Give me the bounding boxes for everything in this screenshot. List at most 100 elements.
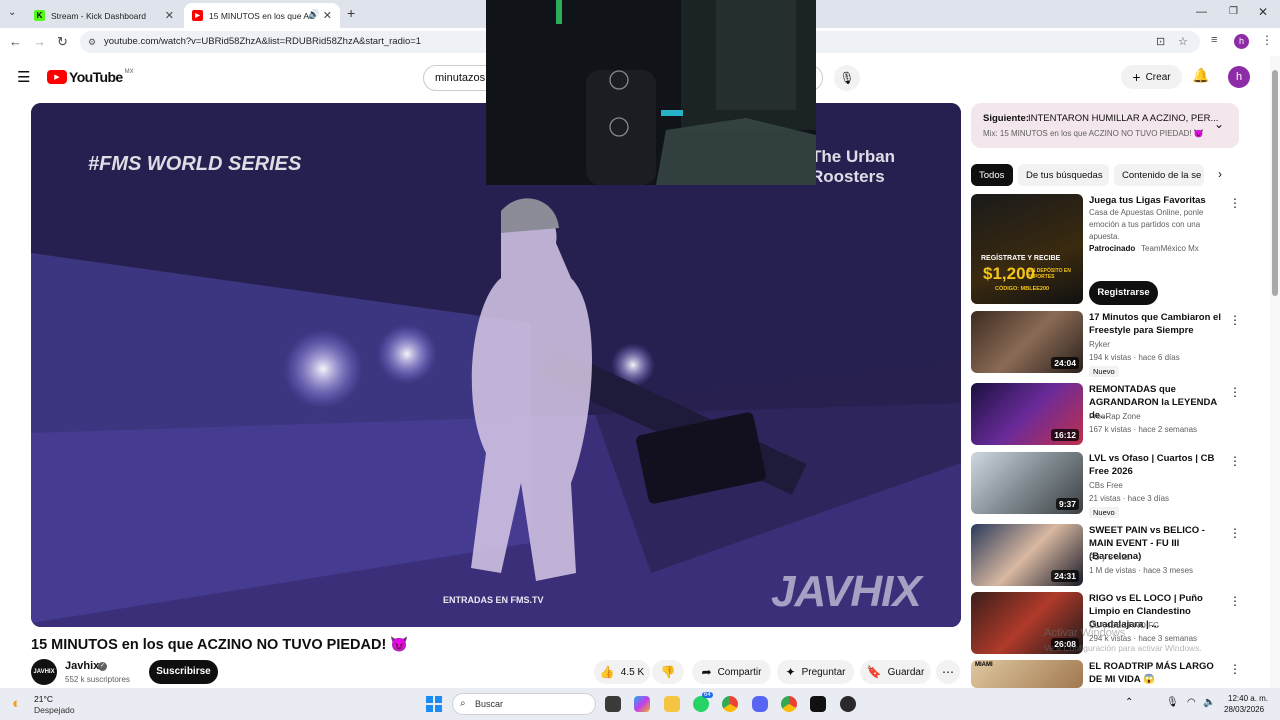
channel-name[interactable]: Javhix [65,660,99,672]
weather-sun-icon[interactable]: ◐ [12,695,21,712]
tab-youtube-video[interactable]: ▶ 15 MINUTOS en los que AC 🔊 ✕ [184,3,340,28]
chrome-icon[interactable] [722,696,738,712]
channel-name: FU y 3 más [1089,553,1130,562]
share-arrow-icon: ➦ [701,665,712,679]
minimize-icon[interactable]: — [1196,6,1207,18]
chip-contenido[interactable]: Contenido de la se [1114,164,1204,186]
urban-roosters-watermark: The Urban Roosters [811,147,896,186]
volume-icon[interactable]: 🔈 [1203,697,1215,708]
hamburger-menu-icon[interactable]: ☰ [17,68,30,86]
forward-icon[interactable]: → [33,34,46,49]
more-vertical-icon[interactable]: ⋮ [1229,196,1241,210]
activation-watermark-text: Ve a Configuración para activar Windows. [1044,643,1202,653]
channel-watermark: JAVHIX [771,567,922,616]
clock-date[interactable]: 28/03/2026 [1224,705,1264,714]
tiktok-icon[interactable] [810,696,826,712]
mix-label: Mix: 15 MINUTOS en los que ACZINO NO TUV… [983,129,1204,138]
task-view-icon[interactable] [605,696,621,712]
like-button[interactable]: 👍 4.5 K [594,660,650,684]
new-badge: Nuevo [1089,366,1119,377]
notifications-bell-icon[interactable]: 🔔 [1192,67,1209,84]
browser-menu-icon[interactable]: ⋮ [1261,33,1273,47]
dislike-button[interactable]: 👎 [652,660,684,684]
install-app-icon[interactable]: ⊡ [1156,31,1165,53]
media-control-icon[interactable]: ≡ [1211,34,1217,46]
video-title: 17 Minutos que Cambiaron el Freestyle pa… [1089,312,1221,336]
tab-kick-dashboard[interactable]: K Stream - Kick Dashboard ✕ [26,3,182,28]
video-thumbnail: MIAMI [971,660,1083,688]
chip-de-tus-busquedas[interactable]: De tus búsquedas [1018,164,1109,186]
file-explorer-icon[interactable] [664,696,680,712]
camera-frame [486,0,816,185]
site-info-icon[interactable]: ⚙ [88,31,96,53]
tray-chevron-icon[interactable]: ⌃ [1125,697,1133,708]
more-actions-button[interactable]: ⋯ [936,660,960,684]
voice-search-icon[interactable]: 🎙 [834,65,860,91]
ad-thumb-line1: REGÍSTRATE Y RECIBE [981,255,1061,262]
more-vertical-icon[interactable]: ⋮ [1229,526,1241,540]
channel-avatar[interactable]: JAVHIX [31,659,57,685]
maximize-icon[interactable]: ❐ [1229,6,1238,17]
ad-register-button[interactable]: Registrarse [1089,281,1158,305]
create-button[interactable]: + Crear [1121,65,1182,89]
tab-search-icon[interactable]: ⌄ [8,7,16,18]
copilot-icon[interactable] [634,696,650,712]
chip-todos[interactable]: Todos [971,164,1013,186]
bookmark-star-icon[interactable]: ☆ [1178,31,1188,53]
taskbar-search-placeholder: Buscar [475,699,504,709]
recommended-video[interactable]: 24:04 17 Minutos que Cambiaron el Freest… [971,311,1241,377]
microphone-tray-icon[interactable]: 🎙 [1166,697,1179,708]
audio-playing-icon[interactable]: 🔊 [308,9,319,20]
scrollbar-thumb[interactable] [1272,70,1278,296]
more-vertical-icon[interactable]: ⋮ [1229,385,1241,399]
close-tab-icon[interactable]: ✕ [323,9,332,22]
obs-icon[interactable] [840,696,856,712]
save-button[interactable]: 🔖 Guardar [860,660,931,684]
recommended-video[interactable]: 24:31 SWEET PAIN vs BELICO - MAIN EVENT … [971,524,1241,586]
next-video-title: INTENTARON HUMILLAR A ACZINO, PER... [1028,113,1219,124]
youtube-play-logo-icon: ▶ [47,70,67,84]
ask-button[interactable]: ✦ Preguntar [777,660,854,684]
subscribe-button[interactable]: Suscribirse [149,660,218,684]
more-vertical-icon[interactable]: ⋮ [1229,454,1241,468]
tab-title: Stream - Kick Dashboard [51,10,146,21]
ad-title: Juega tus Ligas Favoritas [1089,195,1206,206]
verified-check-icon: ✓ [98,662,107,671]
account-avatar[interactable]: h [1228,66,1250,88]
region-label: MX [124,69,134,75]
more-vertical-icon[interactable]: ⋮ [1229,662,1241,676]
recommended-video[interactable]: 9:37 LVL vs Ofaso | Cuartos | CB Free 20… [971,452,1241,518]
playlist-next-box[interactable]: Siguiente: INTENTARON HUMILLAR A ACZINO,… [971,103,1239,148]
close-window-icon[interactable]: ✕ [1258,5,1268,19]
ad-thumb-code: CÓDIGO: MBLEE200 [995,286,1050,292]
thumbs-up-icon: 👍 [599,665,615,679]
new-badge: Nuevo [1089,507,1119,518]
chevron-down-icon[interactable]: ⌄ [1214,117,1224,131]
sponsored-ad[interactable]: REGÍSTRATE Y RECIBE $1,200 SIN DEPÓSITO … [971,194,1241,305]
youtube-icon: ▶ [192,10,203,21]
wifi-icon[interactable]: ◠ [1187,697,1196,708]
activation-watermark-title: Activar Windows [1044,627,1126,639]
clock-time[interactable]: 12:40 a. m. [1228,694,1268,703]
search-icon: ⌕ [460,698,466,709]
recommended-video[interactable]: 16:12 REMONTADAS que AGRANDARON la LEYEN… [971,383,1241,445]
chevron-right-icon[interactable]: › [1218,167,1222,181]
new-tab-icon[interactable]: + [347,5,355,21]
back-icon[interactable]: ← [9,34,22,49]
discord-icon[interactable] [752,696,768,712]
video-thumbnail: 24:04 [971,311,1083,373]
whatsapp-icon[interactable] [693,696,709,712]
chrome-profile-icon[interactable] [781,696,797,712]
close-tab-icon[interactable]: ✕ [165,9,174,22]
youtube-logo[interactable]: ▶ YouTube MX [47,69,134,85]
share-button[interactable]: ➦ Compartir [692,660,771,684]
taskbar-search-box[interactable]: ⌕ Buscar [452,693,596,715]
reload-icon[interactable]: ↻ [57,34,68,50]
more-vertical-icon[interactable]: ⋮ [1229,594,1241,608]
profile-avatar[interactable]: h [1234,34,1249,49]
windows-start-icon[interactable] [426,696,442,712]
more-vertical-icon[interactable]: ⋮ [1229,313,1241,327]
ad-thumbnail[interactable]: REGÍSTRATE Y RECIBE $1,200 SIN DEPÓSITO … [971,194,1083,304]
recommended-video[interactable]: MIAMI EL ROADTRIP MÁS LARGO DE MI VIDA 😱… [971,660,1241,688]
plus-icon: + [1132,69,1141,85]
